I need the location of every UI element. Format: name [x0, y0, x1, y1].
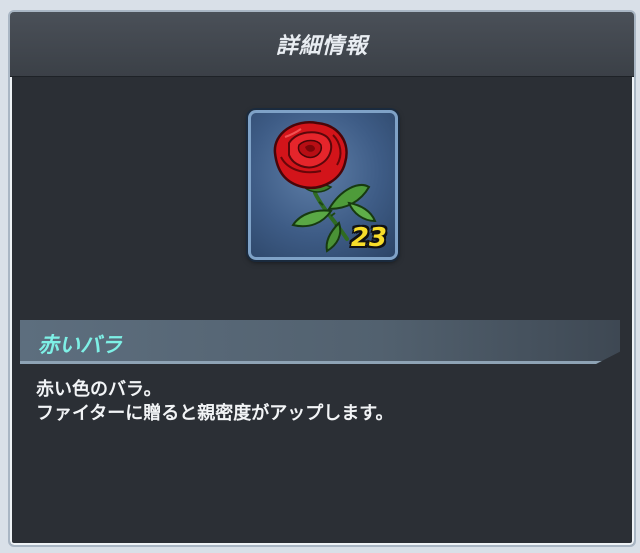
panel-header: 詳細情報 — [10, 12, 634, 77]
item-description: 赤い色のバラ。 ファイターに贈ると親密度がアップします。 — [36, 378, 616, 426]
item-detail-panel: 詳細情報 23 赤いバラ 赤い色のバラ。 ファイターに贈ると親密度がアップします… — [8, 10, 636, 547]
panel-title: 詳細情報 — [275, 34, 368, 59]
item-name-band: 赤いバラ — [20, 320, 620, 364]
description-line: ファイターに贈ると親密度がアップします。 — [36, 403, 394, 424]
item-count-badge: 23 — [350, 223, 387, 253]
item-name: 赤いバラ — [38, 333, 122, 357]
description-line: 赤い色のバラ。 — [36, 379, 162, 400]
item-icon-box: 23 — [248, 110, 398, 260]
